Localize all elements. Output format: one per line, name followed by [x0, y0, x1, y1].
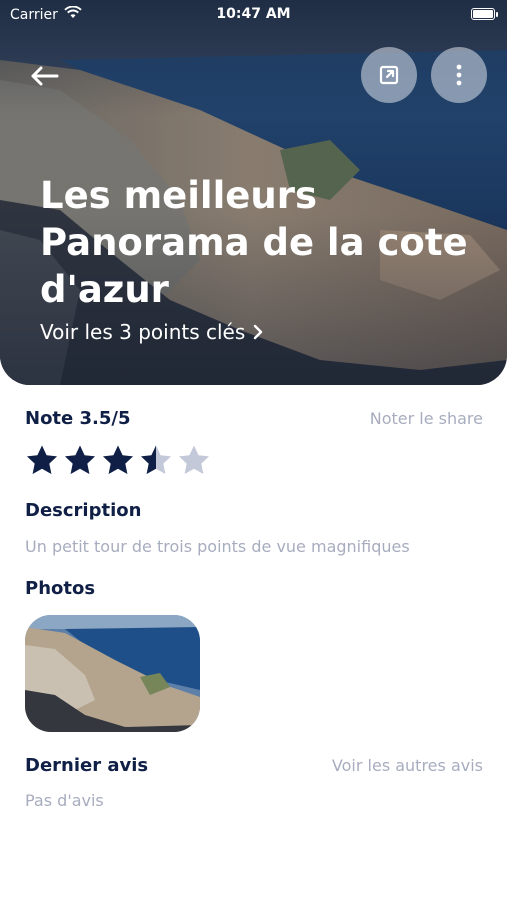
share-button[interactable]: [361, 47, 417, 103]
see-other-reviews-link[interactable]: Voir les autres avis: [332, 756, 483, 775]
hero-title: Les meilleurs Panorama de la cote d'azur: [40, 174, 468, 311]
star-icon[interactable]: [101, 444, 135, 476]
star-icon[interactable]: [139, 444, 173, 476]
description-header: Description: [25, 500, 483, 521]
star-icon[interactable]: [177, 444, 211, 476]
hero-banner: Carrier 10:47 AM Les meilleurs Panorama …: [0, 0, 507, 385]
status-bar: Carrier 10:47 AM: [0, 0, 507, 30]
rate-share-link[interactable]: Noter le share: [370, 409, 483, 428]
reviews-heading: Dernier avis: [25, 755, 149, 776]
rating-label: Note 3.5/5: [25, 408, 131, 429]
status-time: 10:47 AM: [216, 6, 291, 22]
key-points-link[interactable]: Voir les 3 points clés: [40, 320, 263, 344]
description-body: Un petit tour de trois points de vue mag…: [25, 537, 483, 556]
external-link-icon: [379, 65, 399, 85]
reviews-body: Pas d'avis: [25, 791, 483, 810]
photo-thumbnail[interactable]: [25, 615, 200, 732]
arrow-left-icon: [31, 66, 59, 86]
rating-header: Note 3.5/5 Noter le share: [25, 408, 483, 429]
photos-header: Photos: [25, 578, 483, 599]
back-button[interactable]: [26, 58, 62, 94]
star-icon[interactable]: [25, 444, 59, 476]
no-reviews-text: Pas d'avis: [25, 791, 104, 810]
chevron-right-icon: [254, 324, 263, 340]
battery-icon: [471, 8, 498, 20]
star-rating[interactable]: [25, 444, 211, 476]
photos-heading: Photos: [25, 578, 96, 599]
star-icon[interactable]: [63, 444, 97, 476]
more-options-button[interactable]: [431, 47, 487, 103]
description-text: Un petit tour de trois points de vue mag…: [25, 537, 410, 556]
key-points-label: Voir les 3 points clés: [40, 320, 246, 344]
reviews-header: Dernier avis Voir les autres avis: [25, 755, 483, 776]
more-vertical-icon: [456, 64, 462, 86]
photo-thumbnail-image: [25, 615, 200, 732]
description-heading: Description: [25, 500, 142, 521]
